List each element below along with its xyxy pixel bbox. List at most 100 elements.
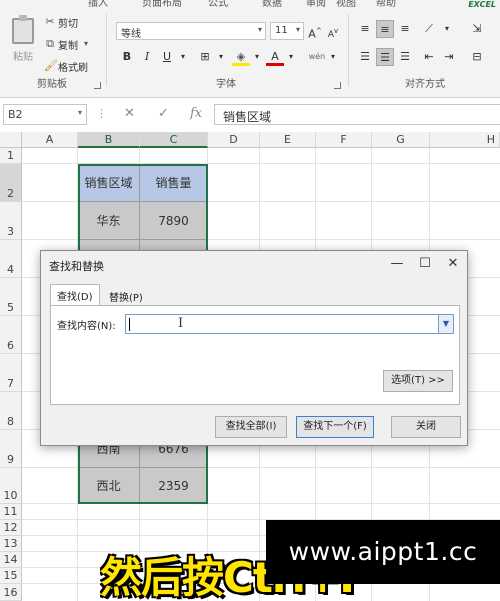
ribbon-divider — [106, 14, 107, 86]
ribbon-divider — [348, 14, 349, 86]
format-painter-button[interactable]: 🖌 格式刷 — [44, 58, 88, 74]
enter-icon[interactable]: ✓ — [158, 106, 169, 121]
row-header[interactable]: 9 — [0, 430, 22, 468]
find-all-button[interactable]: 查找全部(I) — [215, 416, 287, 438]
bold-button[interactable]: B — [118, 48, 136, 66]
clipboard-icon — [12, 15, 34, 44]
merge-center-icon[interactable]: ⊟ — [468, 48, 486, 66]
cut-label: 剪切 — [58, 18, 78, 30]
clipboard-group: 粘贴 ✂ 剪切 ⧉ 复制 ▾ 🖌 格式刷 剪贴板 — [0, 8, 104, 96]
row-header[interactable]: 2 — [0, 164, 22, 202]
align-center-icon[interactable]: ☰ — [376, 48, 394, 66]
shrink-font-button[interactable]: Av — [324, 22, 342, 40]
paste-button[interactable]: 粘贴 — [6, 15, 40, 70]
font-name-select[interactable]: 等线 ▾ — [116, 22, 266, 40]
italic-button[interactable]: I — [138, 48, 156, 66]
dialog-launcher-icon[interactable] — [334, 82, 341, 89]
column-header-b[interactable]: B — [78, 132, 140, 148]
column-header-a[interactable]: A — [22, 132, 78, 148]
row-header[interactable]: 4 — [0, 240, 22, 278]
table-cell[interactable]: 7890 — [140, 202, 208, 240]
wrap-text-icon[interactable]: ⇲ — [468, 20, 486, 38]
row-header[interactable]: 8 — [0, 392, 22, 430]
column-header-d[interactable]: D — [208, 132, 260, 148]
row-header[interactable]: 13 — [0, 536, 22, 552]
row-header[interactable]: 16 — [0, 584, 22, 601]
align-top-icon[interactable]: ≡ — [356, 20, 374, 38]
column-header-e[interactable]: E — [260, 132, 316, 148]
dialog-title: 查找和替换 — [49, 260, 104, 273]
row-header[interactable]: 7 — [0, 354, 22, 392]
column-header-f[interactable]: F — [316, 132, 372, 148]
row-header[interactable]: 12 — [0, 520, 22, 536]
row-header[interactable]: 1 — [0, 148, 22, 164]
chevron-down-icon[interactable]: ▾ — [212, 48, 230, 66]
chevron-down-icon[interactable]: ▾ — [324, 48, 342, 66]
font-group-label: 字体 — [216, 79, 236, 90]
chevron-down-icon[interactable]: ▾ — [282, 48, 300, 66]
dialog-launcher-icon[interactable] — [94, 82, 101, 89]
chevron-down-icon[interactable]: ▾ — [438, 20, 456, 38]
more-icon[interactable]: ⋮ — [96, 107, 107, 120]
chevron-down-icon[interactable]: ▾ — [174, 48, 192, 66]
font-group: 等线 ▾ 11 ▾ A^ Av B I U ▾ ⊞ ▾ ◈ ▾ A ▾ wén … — [108, 8, 344, 96]
close-button[interactable]: 关闭 — [391, 416, 461, 438]
row-header[interactable]: 11 — [0, 504, 22, 520]
formula-input[interactable]: 销售区域 — [214, 104, 500, 125]
find-replace-dialog: 查找和替换 — ☐ ✕ 查找(D) 替换(P) 查找内容(N): I ▼ 选项(… — [40, 250, 468, 446]
table-cell[interactable]: 西北 — [78, 468, 140, 504]
name-box[interactable]: B2 ▾ — [3, 104, 87, 125]
grow-font-button[interactable]: A^ — [306, 22, 324, 41]
find-what-input[interactable]: I — [125, 314, 439, 334]
column-header-c[interactable]: C — [140, 132, 208, 148]
options-button[interactable]: 选项(T) >> — [383, 370, 453, 392]
row-header[interactable]: 6 — [0, 316, 22, 354]
chevron-down-icon: ▾ — [295, 25, 300, 34]
find-next-button[interactable]: 查找下一个(F) — [296, 416, 374, 438]
chevron-down-icon: ▾ — [257, 25, 262, 34]
cancel-icon[interactable]: ✕ — [124, 106, 135, 121]
row-header[interactable]: 10 — [0, 468, 22, 504]
decrease-indent-icon[interactable]: ⇤ — [420, 48, 438, 66]
chevron-down-icon[interactable]: ▾ — [80, 38, 92, 50]
copy-icon: ⧉ — [46, 37, 54, 50]
align-right-icon[interactable]: ☰ — [396, 48, 414, 66]
align-bottom-icon[interactable]: ≡ — [396, 20, 414, 38]
chevron-down-icon[interactable]: ▾ — [248, 48, 266, 66]
table-header-cell[interactable]: 销售量 — [140, 164, 208, 202]
table-cell[interactable]: 2359 — [140, 468, 208, 504]
tab-replace[interactable]: 替换(P) — [103, 286, 149, 305]
chevron-down-icon[interactable]: ▼ — [439, 314, 454, 334]
row-header[interactable]: 5 — [0, 278, 22, 316]
copy-button[interactable]: ⧉ 复制 ▾ — [44, 36, 92, 52]
minimize-button[interactable]: — — [385, 254, 409, 274]
align-left-icon[interactable]: ☰ — [356, 48, 374, 66]
alignment-group: ≡ ≡ ≡ ⟋ ▾ ⇲ ☰ ☰ ☰ ⇤ ⇥ ⊟ 对齐方式 — [350, 8, 500, 96]
maximize-button[interactable]: ☐ — [413, 254, 437, 274]
font-size-value: 11 — [275, 25, 288, 36]
font-size-select[interactable]: 11 ▾ — [270, 22, 304, 40]
insert-function-icon[interactable]: fx — [190, 106, 202, 121]
font-name-value: 等线 — [121, 29, 141, 40]
align-middle-icon[interactable]: ≡ — [376, 20, 394, 38]
close-icon[interactable]: ✕ — [441, 254, 465, 274]
brush-icon: 🖌 — [44, 59, 58, 72]
copy-label: 复制 — [58, 40, 78, 52]
table-header-cell[interactable]: 销售区域 — [78, 164, 140, 202]
orientation-icon[interactable]: ⟋ — [420, 20, 438, 38]
table-cell[interactable]: 华东 — [78, 202, 140, 240]
select-all-corner[interactable] — [0, 132, 22, 148]
cut-button[interactable]: ✂ 剪切 — [44, 14, 78, 30]
tab-find[interactable]: 查找(D) — [50, 284, 100, 305]
alignment-group-label: 对齐方式 — [405, 79, 445, 90]
row-header[interactable]: 14 — [0, 552, 22, 568]
row-header[interactable]: 3 — [0, 202, 22, 240]
chevron-down-icon: ▾ — [77, 108, 82, 117]
text-caret — [129, 318, 130, 331]
column-header-g[interactable]: G — [372, 132, 430, 148]
increase-indent-icon[interactable]: ⇥ — [440, 48, 458, 66]
column-header-h[interactable]: H — [430, 132, 500, 148]
formula-bar: B2 ▾ ⋮ ✕ ✓ fx 销售区域 — [0, 104, 500, 126]
row-header[interactable]: 15 — [0, 568, 22, 584]
site-watermark: www.aippt1.cc — [266, 520, 500, 584]
